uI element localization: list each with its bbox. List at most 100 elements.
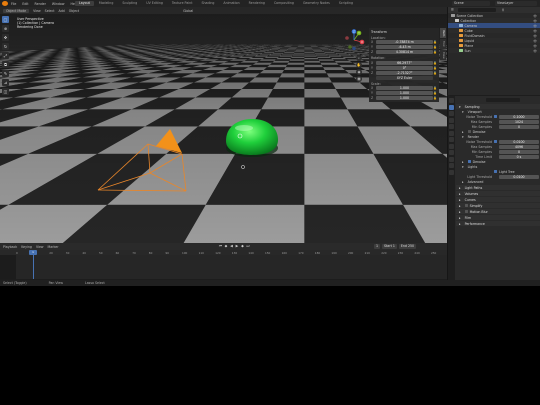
properties-editor[interactable]: ▾ Sampling ▾ Viewport Noise Threshold 0.1… xyxy=(447,96,540,280)
tab-compositing[interactable]: Compositing xyxy=(270,1,298,6)
annotate-icon[interactable]: ✎ xyxy=(2,70,9,77)
marker-menu[interactable]: Marker xyxy=(48,245,59,249)
visibility-icon[interactable]: 👁 xyxy=(533,49,537,53)
tab-tool[interactable]: Tool xyxy=(440,39,446,49)
ortho-icon[interactable]: ▦ xyxy=(356,76,362,82)
vp-max-samples-field[interactable]: 1024 xyxy=(499,119,539,124)
add-cube-icon[interactable]: ◫ xyxy=(2,88,9,95)
select-menu[interactable]: Select xyxy=(45,9,55,13)
outliner-row[interactable]: Sun 👁 xyxy=(448,48,540,53)
visibility-icon[interactable]: 👁 xyxy=(533,24,537,28)
scale-y-field[interactable]: 1.000 xyxy=(376,91,433,96)
transform-title[interactable]: Transform xyxy=(371,30,437,34)
orientation-dropdown[interactable]: Global xyxy=(183,9,193,13)
visibility-icon[interactable]: 👁 xyxy=(533,29,537,33)
tab-scripting[interactable]: Scripting xyxy=(335,1,357,6)
scale-z-field[interactable]: 1.000 xyxy=(376,96,433,101)
zoom-icon[interactable]: ⌕ xyxy=(356,55,362,61)
play-reverse-icon[interactable]: ◀ xyxy=(229,244,234,249)
vp-noise-threshold-field[interactable]: 0.1000 xyxy=(499,114,539,119)
r-max-samples-field[interactable]: 4096 xyxy=(499,144,539,149)
next-key-icon[interactable]: ◆ xyxy=(240,244,245,249)
time-limit-field[interactable]: 0 s xyxy=(499,154,539,159)
tab-uv-editing[interactable]: UV Editing xyxy=(142,1,167,6)
playback-menu[interactable]: Playback xyxy=(3,245,17,249)
blender-logo-icon[interactable] xyxy=(2,1,8,6)
r-noise-threshold-field[interactable]: 0.0100 xyxy=(499,139,539,144)
light-paths-panel[interactable]: ▸ Light Paths xyxy=(456,185,540,190)
tab-item[interactable]: Item xyxy=(440,28,446,39)
location-y-field[interactable]: -6.43 m xyxy=(376,45,433,50)
visibility-icon[interactable]: 👁 xyxy=(533,44,537,48)
end-frame-field[interactable]: End 250 xyxy=(398,244,417,249)
scene-tab-icon[interactable] xyxy=(449,124,454,129)
cursor-icon[interactable]: ⊕ xyxy=(2,25,9,32)
constraints-tab-icon[interactable] xyxy=(449,163,454,168)
vp-noise-checkbox[interactable] xyxy=(494,115,497,118)
visibility-icon[interactable]: 👁 xyxy=(533,39,537,43)
scale-icon[interactable]: ⤢ xyxy=(2,52,9,59)
view-menu[interactable]: View xyxy=(33,9,41,13)
r-noise-checkbox[interactable] xyxy=(494,140,497,143)
rotation-y-field[interactable]: 0° xyxy=(376,65,433,70)
object-mode-dropdown[interactable]: Object Mode xyxy=(3,8,30,13)
tab-rendering[interactable]: Rendering xyxy=(245,1,269,6)
scene-selector[interactable]: Scene xyxy=(452,1,490,6)
view-layer-tab-icon[interactable] xyxy=(449,117,454,123)
modifier-tab-icon[interactable] xyxy=(449,150,454,155)
tab-animation[interactable]: Animation xyxy=(219,1,243,6)
view-layer-selector[interactable]: ViewLayer xyxy=(495,1,537,6)
film-panel[interactable]: ▸ Film xyxy=(456,215,540,220)
camera-view-icon[interactable]: ◉ xyxy=(356,69,362,75)
simplify-checkbox[interactable] xyxy=(464,204,468,207)
select-box-icon[interactable]: ▢ xyxy=(2,16,9,23)
visibility-icon[interactable]: 👁 xyxy=(533,14,537,18)
object-tab-icon[interactable] xyxy=(449,143,454,149)
menu-render[interactable]: Render xyxy=(35,2,46,6)
play-icon[interactable]: ▶ xyxy=(235,244,240,249)
object-menu[interactable]: Object xyxy=(69,9,79,13)
rotation-mode-dropdown[interactable]: XYZ Euler xyxy=(376,75,433,80)
rotate-icon[interactable]: ↻ xyxy=(2,43,9,50)
world-tab-icon[interactable] xyxy=(449,130,454,136)
volumes-panel[interactable]: ▸ Volumes xyxy=(456,191,540,196)
rotation-x-field[interactable]: 66.2977° xyxy=(376,60,433,65)
motion-blur-panel[interactable]: ▸ Motion Blur xyxy=(456,209,540,214)
measure-icon[interactable]: ⊿ xyxy=(2,79,9,86)
curves-panel[interactable]: ▸ Curves xyxy=(456,197,540,202)
add-menu[interactable]: Add xyxy=(59,9,65,13)
render-tab-icon[interactable] xyxy=(449,104,454,110)
menu-edit[interactable]: Edit xyxy=(22,2,28,6)
keying-menu[interactable]: Keying xyxy=(21,245,32,249)
vp-denoise-checkbox[interactable] xyxy=(467,130,471,133)
timeline-body[interactable] xyxy=(0,255,447,279)
motion-blur-checkbox[interactable] xyxy=(464,210,468,213)
menu-window[interactable]: Window xyxy=(52,2,65,6)
move-icon[interactable]: ✥ xyxy=(2,34,9,41)
jump-start-icon[interactable]: ⏮ xyxy=(218,244,223,249)
collection-tab-icon[interactable] xyxy=(449,137,454,142)
transform-icon[interactable]: ⧉ xyxy=(2,61,9,68)
visibility-icon[interactable]: 👁 xyxy=(533,19,537,23)
location-x-field[interactable]: -0.78874 m xyxy=(376,40,433,45)
tab-view[interactable]: View xyxy=(440,49,446,61)
performance-panel[interactable]: ▸ Performance xyxy=(456,221,540,226)
light-threshold-field[interactable]: 0.0100 xyxy=(499,174,539,179)
current-frame-field[interactable]: 1 xyxy=(374,244,381,249)
timeline-editor[interactable]: Playback Keying View Marker ⏮ ◆ ◀ ▶ ◆ ⏭ … xyxy=(0,243,447,279)
scale-x-field[interactable]: 1.000 xyxy=(376,86,433,91)
tab-texture-paint[interactable]: Texture Paint xyxy=(168,1,197,6)
properties-search-input[interactable] xyxy=(486,97,520,102)
outliner[interactable]: ☰ ⚲ Scene Collection 👁 Collection 👁 Camera 👁 C… xyxy=(447,7,540,95)
data-tab-icon[interactable] xyxy=(449,169,454,175)
location-z-field[interactable]: 4.30814 m xyxy=(376,50,433,55)
light-tree-checkbox[interactable] xyxy=(494,170,497,173)
outliner-display-icon[interactable]: ☰ xyxy=(451,8,454,12)
3d-viewport[interactable]: Object Mode View Select Add Object Globa… xyxy=(0,7,447,243)
navigation-gizmo[interactable]: X Y Z xyxy=(343,29,365,51)
outliner-search-input[interactable] xyxy=(457,8,496,12)
tab-sculpting[interactable]: Sculpting xyxy=(118,1,141,6)
r-denoise-checkbox[interactable] xyxy=(467,160,471,163)
rotation-z-field[interactable]: -2.71327° xyxy=(376,70,433,75)
vp-min-samples-field[interactable]: 0 xyxy=(499,124,539,129)
